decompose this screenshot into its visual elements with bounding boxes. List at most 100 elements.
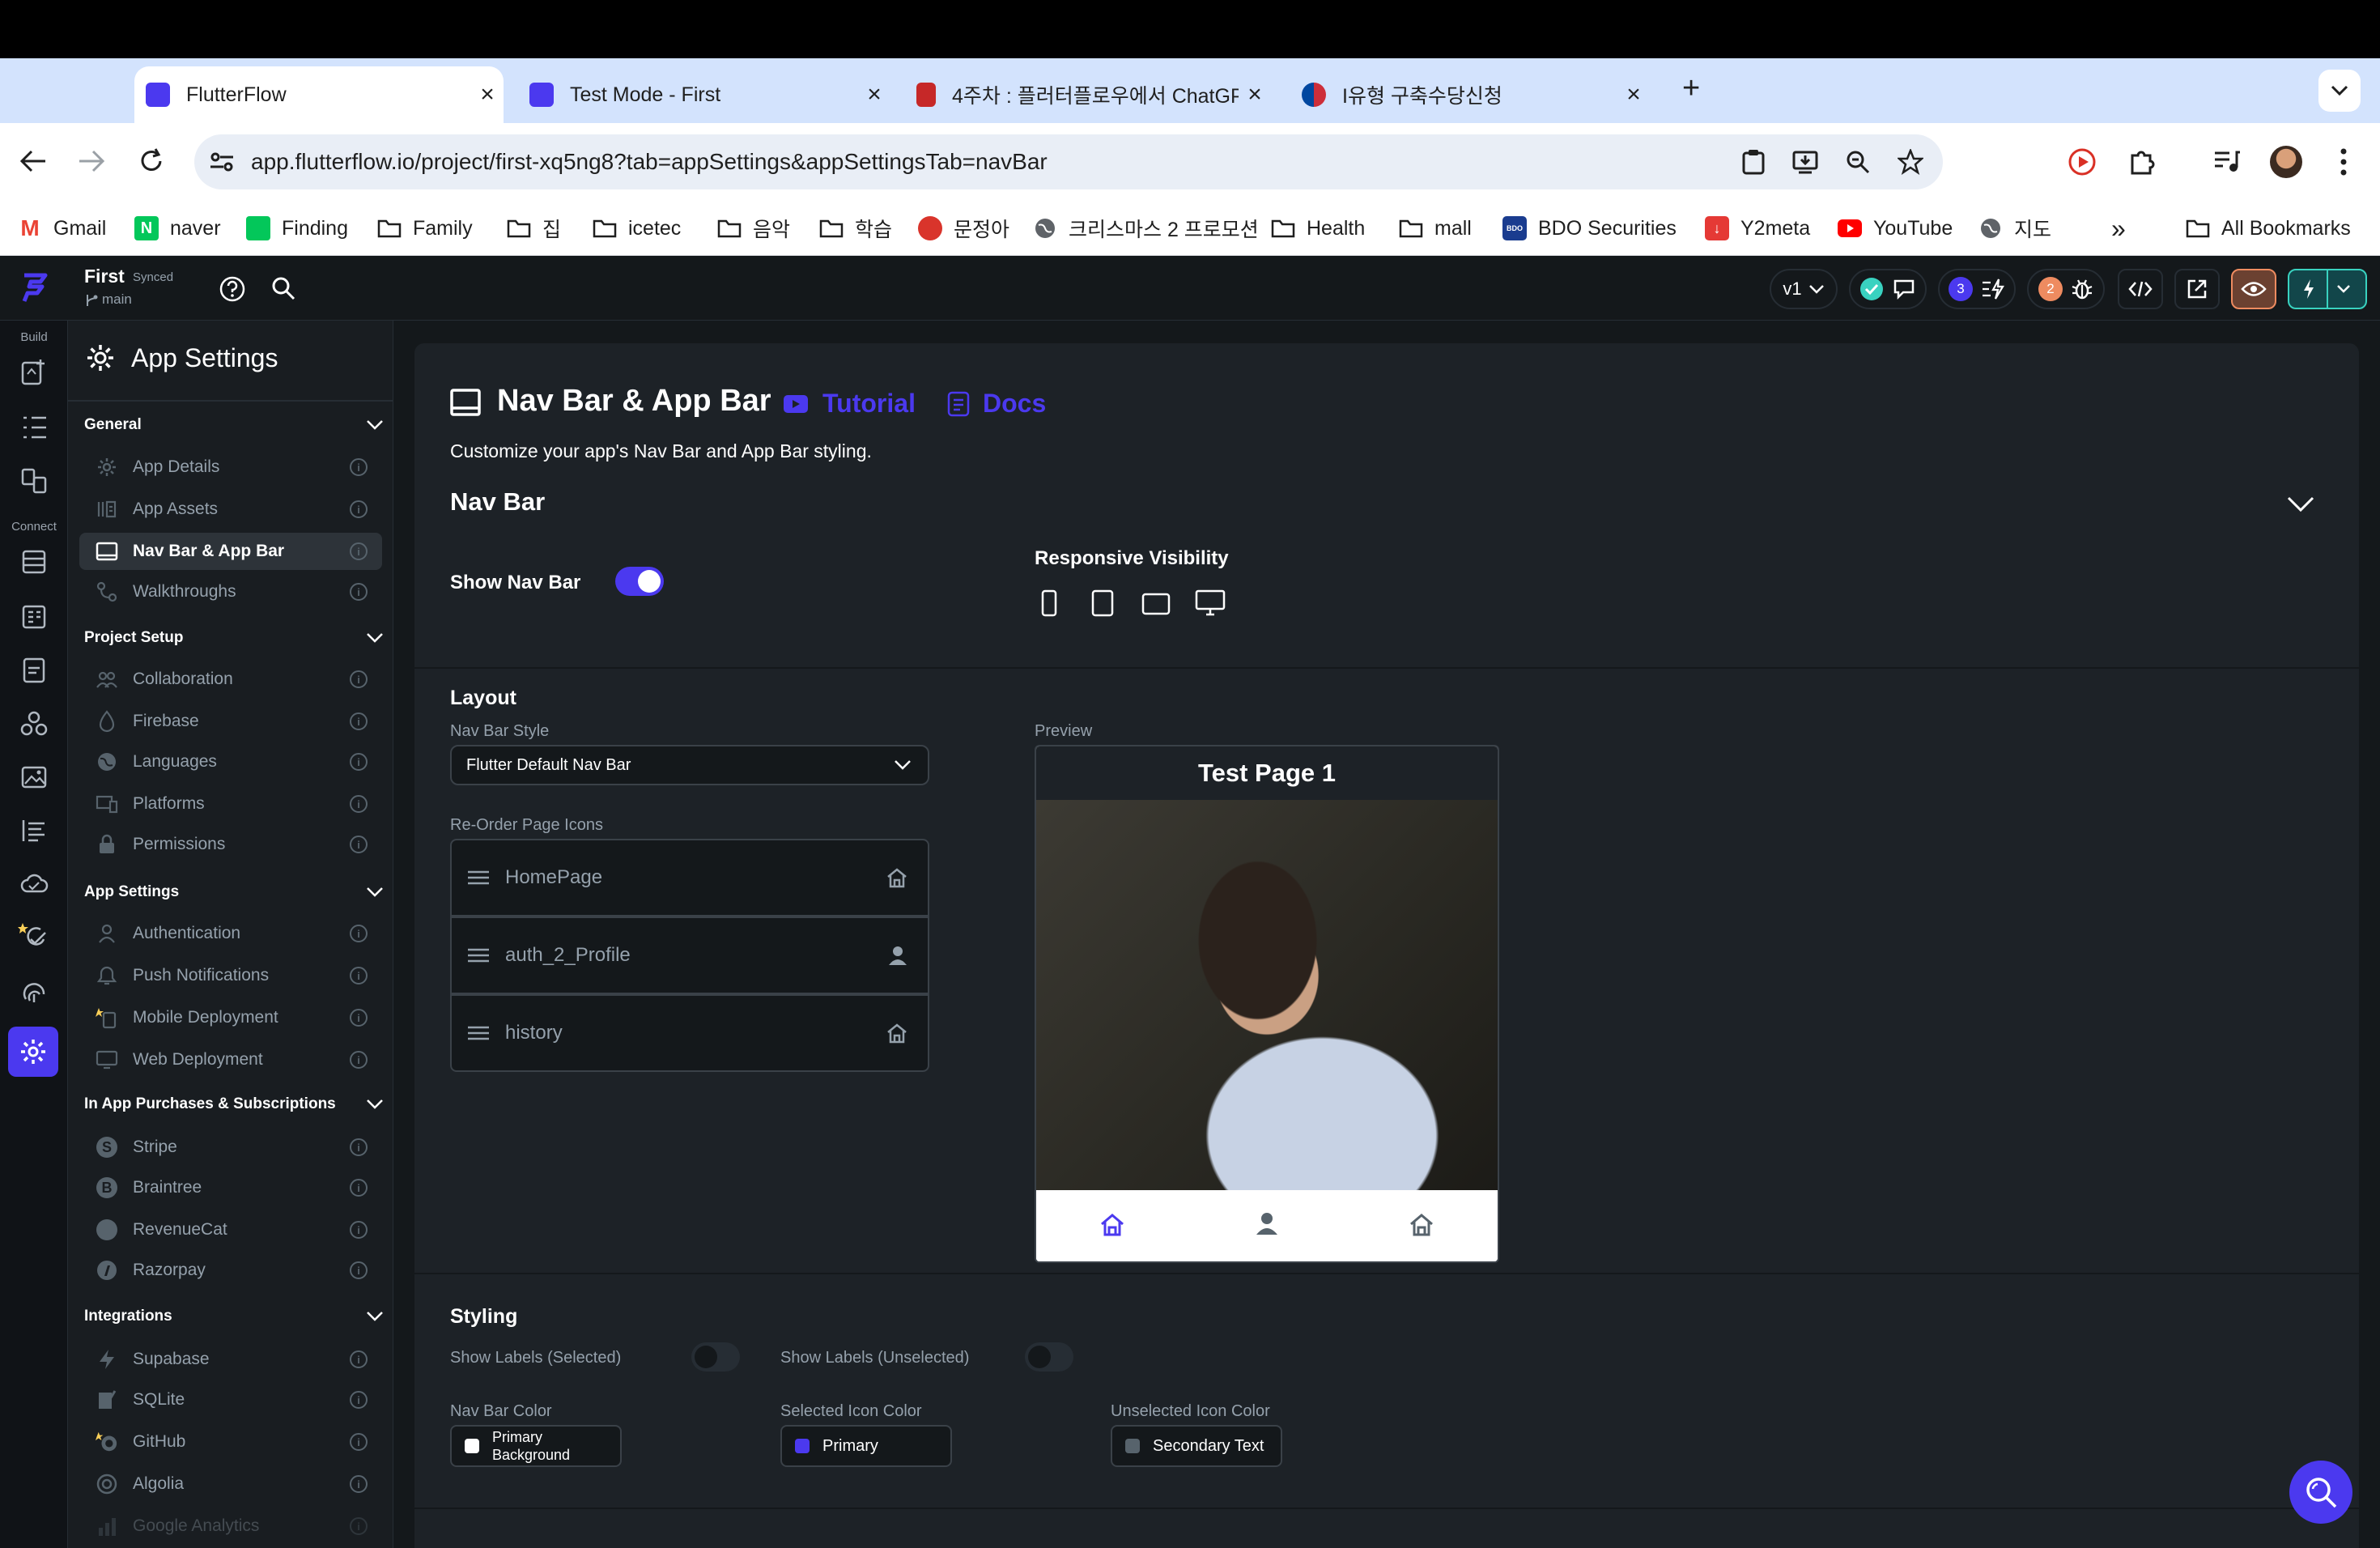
sidebar-item-app-details[interactable]: App Details i (79, 449, 382, 486)
close-tab-icon[interactable]: × (1617, 81, 1650, 108)
info-icon[interactable]: i (350, 1433, 368, 1451)
site-settings-icon[interactable] (209, 151, 235, 173)
bookmark-star-icon[interactable] (1898, 149, 1923, 175)
bookmark-naver[interactable]: Nnaver (134, 212, 221, 245)
unselected-icon-color-picker[interactable]: Secondary Text (1111, 1425, 1282, 1467)
info-icon[interactable]: i (350, 925, 368, 942)
tablet-landscape-icon[interactable] (1141, 593, 1171, 615)
bookmark-study[interactable]: 학습 (819, 212, 892, 245)
sidebar-item-stripe[interactable]: S Stripe i (79, 1129, 382, 1166)
info-icon[interactable]: i (350, 670, 368, 688)
selected-icon-color-picker[interactable]: Primary (780, 1425, 952, 1467)
project-name[interactable]: First (84, 266, 125, 287)
info-icon[interactable]: i (350, 1261, 368, 1279)
sidebar-item-firebase[interactable]: Firebase i (79, 703, 382, 740)
page-icon-row[interactable]: auth_2_Profile (450, 916, 929, 994)
section-project-setup[interactable]: Project Setup (84, 622, 384, 654)
bookmark-christmas-promo[interactable]: 크리스마스 2 프로모션 (1033, 212, 1259, 245)
open-external-button[interactable] (2174, 269, 2220, 309)
info-icon[interactable]: i (350, 542, 368, 560)
bookmark-munjeonga[interactable]: 문정아 (918, 212, 1009, 245)
sidebar-item-platforms[interactable]: Platforms i (79, 785, 382, 823)
nav-bar-style-dropdown[interactable]: Flutter Default Nav Bar (450, 745, 929, 785)
sidebar-item-languages[interactable]: Languages i (79, 743, 382, 780)
tab-search-button[interactable] (2318, 70, 2361, 112)
sidebar-item-web-deployment[interactable]: Web Deployment i (79, 1041, 382, 1078)
section-integrations[interactable]: Integrations (84, 1300, 384, 1333)
new-tab-button[interactable]: + (1682, 71, 1700, 106)
browser-tab-subsidy[interactable]: I유형 구축수당신청 × (1290, 66, 1650, 123)
drag-handle-icon[interactable] (466, 947, 491, 963)
sidebar-item-braintree[interactable]: B Braintree i (79, 1169, 382, 1206)
add-page-icon[interactable] (16, 355, 52, 390)
bookmark-bdo[interactable]: BDO BDO Securities (1502, 212, 1677, 245)
sidebar-item-nav-bar-app-bar[interactable]: Nav Bar & App Bar i (79, 533, 382, 570)
info-icon[interactable]: i (350, 1391, 368, 1409)
info-icon[interactable]: i (350, 500, 368, 518)
bookmark-health[interactable]: Health (1271, 212, 1365, 245)
info-icon[interactable]: i (350, 1179, 368, 1197)
sidebar-item-collaboration[interactable]: Collaboration i (79, 661, 382, 698)
info-icon[interactable]: i (350, 1517, 368, 1535)
sidebar-item-authentication[interactable]: Authentication i (79, 915, 382, 952)
search-icon[interactable] (270, 275, 296, 301)
profile-avatar[interactable] (2270, 146, 2302, 178)
bookmark-icetec[interactable]: icetec (593, 212, 681, 245)
close-tab-icon[interactable]: × (1239, 81, 1271, 108)
custom-code-icon[interactable] (16, 706, 52, 742)
sidebar-item-mobile-deployment[interactable]: Mobile Deployment i (79, 999, 382, 1036)
docs-link[interactable]: Docs (947, 389, 1046, 419)
bookmark-family[interactable]: Family (377, 212, 473, 245)
support-search-button[interactable] (2289, 1461, 2352, 1524)
close-tab-icon[interactable]: × (471, 81, 504, 108)
info-icon[interactable]: i (350, 583, 368, 601)
desktop-icon[interactable] (1195, 589, 1226, 617)
sidebar-item-google-analytics[interactable]: Google Analytics i (79, 1508, 382, 1545)
tablet-icon[interactable] (1091, 589, 1114, 617)
info-icon[interactable]: i (350, 1009, 368, 1027)
agent-star-icon[interactable] (16, 920, 52, 955)
reload-icon[interactable] (138, 147, 165, 175)
app-settings-rail-button[interactable] (8, 1027, 58, 1077)
sidebar-item-app-assets[interactable]: App Assets i (79, 491, 382, 528)
sidebar-item-algolia[interactable]: Algolia i (79, 1465, 382, 1503)
bookmarks-overflow-button[interactable]: » (2111, 212, 2126, 245)
all-bookmarks-button[interactable]: All Bookmarks (2186, 212, 2351, 245)
info-icon[interactable]: i (350, 1350, 368, 1368)
home-icon[interactable] (1099, 1213, 1125, 1237)
sidebar-item-github[interactable]: GitHub i (79, 1423, 382, 1461)
person-icon[interactable] (1255, 1211, 1279, 1235)
nav-bar-color-picker[interactable]: Primary Background (450, 1425, 622, 1467)
chevron-down-icon[interactable] (2286, 495, 2315, 513)
flutterflow-logo-icon[interactable] (18, 270, 50, 304)
preview-button[interactable] (2231, 269, 2276, 309)
info-icon[interactable]: i (350, 836, 368, 853)
app-state-icon[interactable] (16, 599, 52, 635)
bookmark-mall[interactable]: mall (1399, 212, 1472, 245)
drag-handle-icon[interactable] (466, 1025, 491, 1041)
section-general[interactable]: General (84, 409, 384, 441)
updates-pill[interactable]: 3 (1938, 269, 2016, 309)
omnibox[interactable]: app.flutterflow.io/project/first-xq5ng8?… (194, 134, 1943, 189)
storyboard-icon[interactable] (16, 463, 52, 499)
sidebar-item-permissions[interactable]: Permissions i (79, 826, 382, 863)
version-selector[interactable]: v1 (1770, 269, 1838, 309)
info-icon[interactable]: i (350, 1475, 368, 1493)
info-icon[interactable]: i (350, 712, 368, 730)
section-app-settings[interactable]: App Settings (84, 876, 384, 908)
url-text[interactable]: app.flutterflow.io/project/first-xq5ng8?… (251, 149, 1048, 175)
info-icon[interactable]: i (350, 1051, 368, 1069)
sidebar-item-razorpay[interactable]: Razorpay i (79, 1252, 382, 1289)
page-icon-row[interactable]: HomePage (450, 839, 929, 916)
sidebar-item-supabase[interactable]: Supabase i (79, 1341, 382, 1378)
widget-tree-icon[interactable] (16, 410, 52, 445)
branch-name[interactable]: main (102, 291, 132, 308)
sidebar-item-revenuecat[interactable]: RevenueCat i (79, 1211, 382, 1248)
test-run-button[interactable] (2288, 269, 2367, 309)
status-pill[interactable] (1849, 269, 1927, 309)
code-view-button[interactable] (2118, 269, 2163, 309)
info-icon[interactable]: i (350, 967, 368, 985)
back-arrow-icon[interactable] (19, 149, 47, 173)
more-vert-icon[interactable] (2340, 147, 2348, 176)
install-app-icon[interactable] (1792, 150, 1818, 174)
